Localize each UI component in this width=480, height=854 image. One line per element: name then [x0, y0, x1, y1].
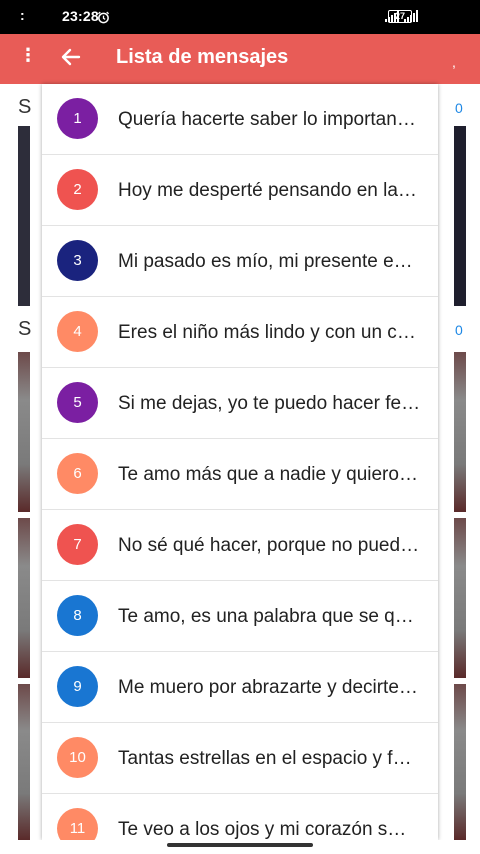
message-item[interactable]: 5 Si me dejas, yo te puedo hacer feliz…: [42, 368, 438, 439]
background-image: [18, 518, 30, 678]
status-dots: :: [20, 7, 25, 23]
background-image: [454, 518, 466, 678]
background-letter: S: [18, 96, 32, 118]
battery-icon: 27: [388, 10, 415, 23]
message-text: Si me dejas, yo te puedo hacer feliz…: [118, 393, 421, 414]
message-item[interactable]: 8 Te amo, es una palabra que se que…: [42, 581, 438, 652]
message-text: Tantas estrellas en el espacio y f…: [118, 748, 412, 769]
message-text: Mi pasado es mío, mi presente es…: [118, 251, 421, 272]
home-gesture-handle[interactable]: [167, 843, 313, 847]
message-text: Quería hacerte saber lo importante…: [118, 109, 421, 130]
message-number-badge: 3: [57, 240, 98, 281]
app-bar: ⋮ Lista de mensajes ,: [0, 34, 480, 84]
arrow-left-icon[interactable]: [60, 46, 82, 68]
status-bar: : 23:28 27: [0, 0, 480, 34]
message-number-badge: 5: [57, 382, 98, 423]
background-count: 0: [455, 100, 463, 116]
message-text: Te amo más que a nadie y quiero…: [118, 464, 418, 485]
message-item[interactable]: 1 Quería hacerte saber lo importante…: [42, 84, 438, 155]
page-title: Lista de mensajes: [116, 46, 289, 68]
message-number-badge: 9: [57, 666, 98, 707]
message-item[interactable]: 4 Eres el niño más lindo y con un cor…: [42, 297, 438, 368]
message-text: Te amo, es una palabra que se que…: [118, 606, 421, 627]
message-item[interactable]: 11 Te veo a los ojos y mi corazón s…: [42, 794, 438, 840]
message-number-badge: 6: [57, 453, 98, 494]
background-image: [454, 126, 466, 306]
background-image: [18, 126, 30, 306]
message-text: Hoy me desperté pensando en la…: [118, 180, 417, 201]
message-number-badge: 8: [57, 595, 98, 636]
background-image: [454, 684, 466, 840]
message-number-badge: 11: [57, 808, 98, 840]
screen: : 23:28 27 ⋮ Lista de mensajes , S S 0 0: [0, 0, 480, 854]
message-list[interactable]: 1 Quería hacerte saber lo importante… 2 …: [42, 84, 438, 840]
message-item[interactable]: 6 Te amo más que a nadie y quiero…: [42, 439, 438, 510]
app-bar-trailing: ,: [452, 54, 456, 70]
message-text: Te veo a los ojos y mi corazón s…: [118, 819, 407, 840]
message-number-badge: 1: [57, 98, 98, 139]
message-item[interactable]: 2 Hoy me desperté pensando en la…: [42, 155, 438, 226]
message-text: Eres el niño más lindo y con un cor…: [118, 322, 421, 343]
status-time: 23:28: [62, 8, 99, 24]
message-text: No sé qué hacer, porque no puedo…: [118, 535, 421, 556]
message-number-badge: 2: [57, 169, 98, 210]
message-item[interactable]: 7 No sé qué hacer, porque no puedo…: [42, 510, 438, 581]
background-image: [18, 352, 30, 512]
background-letter: S: [18, 318, 32, 340]
message-number-badge: 4: [57, 311, 98, 352]
message-item[interactable]: 3 Mi pasado es mío, mi presente es…: [42, 226, 438, 297]
background-count: 0: [455, 322, 463, 338]
overflow-menu-icon[interactable]: ⋮: [19, 46, 37, 64]
alarm-clock-icon: [97, 11, 110, 24]
message-number-badge: 10: [57, 737, 98, 778]
message-text: Me muero por abrazarte y decirte…: [118, 677, 418, 698]
background-image: [18, 684, 30, 840]
background-image: [454, 352, 466, 512]
message-item[interactable]: 10 Tantas estrellas en el espacio y f…: [42, 723, 438, 794]
message-number-badge: 7: [57, 524, 98, 565]
message-item[interactable]: 9 Me muero por abrazarte y decirte…: [42, 652, 438, 723]
